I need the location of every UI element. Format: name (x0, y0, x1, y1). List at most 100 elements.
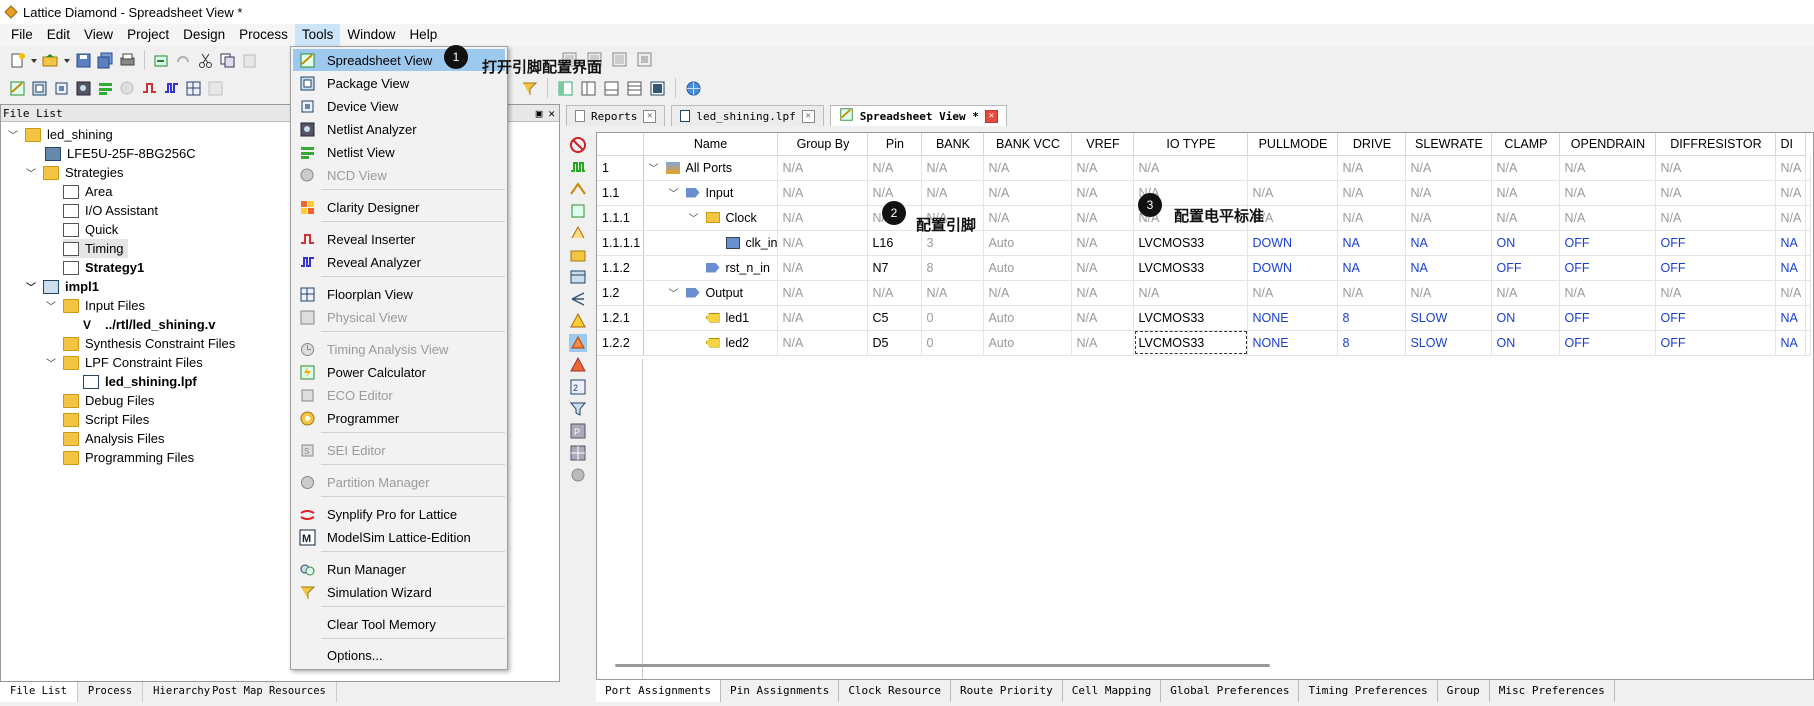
name-cell[interactable]: ﹀ All Ports (643, 155, 779, 181)
dropdown-arrow-icon[interactable] (30, 51, 38, 70)
grid-cell[interactable]: N/A (983, 155, 1073, 181)
filter-icon[interactable] (569, 400, 587, 418)
grid-cell[interactable]: N/A (777, 155, 869, 181)
horizontal-scrollbar[interactable] (615, 664, 1270, 667)
grid-cell[interactable]: N/A (1071, 255, 1135, 281)
grid-cell[interactable]: N/A (1247, 280, 1339, 306)
grid-cell[interactable]: N/A (1559, 205, 1657, 231)
grid-cell[interactable]: OFF (1491, 255, 1561, 281)
menu-item-netlist-view[interactable]: Netlist View (293, 141, 505, 163)
tab-misc-preferences[interactable]: Misc Preferences (1490, 680, 1615, 702)
grid-cell[interactable]: N/A (1775, 155, 1807, 181)
grid-cell[interactable]: N/A (867, 155, 923, 181)
menu-view[interactable]: View (77, 24, 120, 46)
grid-cell[interactable]: NA (1405, 255, 1493, 281)
tab-spreadsheet-view[interactable]: Spreadsheet View * ✕ (829, 105, 1007, 126)
grid-cell[interactable]: N/A (777, 305, 869, 331)
grid-cell[interactable]: N/A (1491, 180, 1561, 206)
grid-cell[interactable]: 8 (1337, 305, 1407, 331)
tree-item[interactable]: Debug Files (63, 391, 154, 410)
cut-icon[interactable] (196, 51, 215, 70)
grid-cell[interactable]: N/A (1337, 155, 1407, 181)
tree-item[interactable]: Strategy1 (63, 258, 144, 277)
tab-lpf[interactable]: led_shining.lpf ✕ (671, 105, 824, 126)
tree-item[interactable]: led_shining.lpf (83, 372, 197, 391)
grid-cell[interactable]: N/A (921, 155, 985, 181)
grid-cell[interactable]: NONE (1247, 305, 1339, 331)
sim-wizard-icon[interactable] (520, 79, 539, 98)
column-header[interactable]: PULLMODE (1247, 133, 1339, 156)
reveal-analyzer-icon[interactable] (162, 79, 181, 98)
table-row[interactable]: 1.2 ﹀ Output N/A N/A N/A N/A N/A N/A N/A N/A N/A N/A… (597, 280, 1812, 306)
grid-cell[interactable]: N/A (1655, 155, 1777, 181)
save-icon[interactable] (74, 51, 93, 70)
expand-arrow-icon[interactable]: ﹀ (668, 285, 680, 300)
tree-item[interactable]: Quick (63, 220, 118, 239)
physical-icon[interactable] (206, 79, 225, 98)
name-cell[interactable]: led1 (643, 305, 779, 331)
error-icon[interactable] (569, 356, 587, 374)
grid-cell[interactable]: N/A (921, 180, 985, 206)
column-header[interactable]: IO TYPE (1133, 133, 1249, 156)
name-cell[interactable]: led2 (643, 330, 779, 356)
reveal-inserter-icon[interactable] (140, 79, 159, 98)
column-header[interactable]: BANK VCC (983, 133, 1073, 156)
netlist-analyzer-icon[interactable] (74, 79, 93, 98)
tree-item[interactable]: ﹀ Strategies (25, 163, 124, 182)
grid-cell[interactable]: NA (1775, 230, 1807, 256)
menu-item-run-manager[interactable]: Run Manager (293, 558, 505, 580)
grid-cell[interactable]: N/A (1559, 155, 1657, 181)
tree-item[interactable]: ﹀ led_shining (7, 125, 113, 144)
menu-edit[interactable]: Edit (40, 24, 77, 46)
grid-cell[interactable]: NA (1775, 255, 1807, 281)
grid-cell[interactable]: SLOW (1405, 330, 1493, 356)
grid-cell[interactable]: LVCMOS33 (1133, 255, 1249, 281)
signal-icon[interactable] (569, 158, 587, 176)
tab-reports[interactable]: Reports ✕ (566, 105, 666, 126)
clock-route-icon[interactable] (569, 180, 587, 198)
menu-item-programmer[interactable]: Programmer (293, 407, 505, 429)
grid-cell[interactable]: N/A (777, 255, 869, 281)
warning-selected-icon[interactable] (569, 334, 587, 352)
grid-cell[interactable]: OFF (1655, 230, 1777, 256)
grid-cell[interactable]: N/A (1559, 180, 1657, 206)
tab-clock-resource[interactable]: Clock Resource (839, 680, 952, 702)
grid-cell[interactable]: N/A (1655, 280, 1777, 306)
grid-cell[interactable]: N/A (983, 280, 1073, 306)
grid-cell[interactable]: LVCMOS33 (1133, 330, 1249, 356)
expand-arrow-icon[interactable]: ﹀ (688, 210, 700, 225)
tree-item[interactable]: I/O Assistant (63, 201, 158, 220)
grid-cell[interactable]: N/A (1247, 180, 1339, 206)
grid-cell[interactable]: N/A (1405, 180, 1493, 206)
grid-cell[interactable]: L16 (867, 230, 923, 256)
tab-post-map-resources[interactable]: Post Map Resources (210, 682, 337, 702)
grid-cell[interactable]: N/A (1775, 280, 1807, 306)
tab-group[interactable]: Group (1438, 680, 1490, 702)
grid-cell[interactable]: N/A (1405, 155, 1493, 181)
grid-cell[interactable]: ON (1491, 230, 1561, 256)
panel-layout-icon[interactable] (602, 79, 621, 98)
menu-file[interactable]: File (4, 24, 40, 46)
layout-icon[interactable] (610, 50, 629, 69)
grid-cell[interactable]: DOWN (1247, 255, 1339, 281)
panel-layout-icon[interactable] (556, 79, 575, 98)
panel-layout-icon[interactable] (648, 79, 667, 98)
column-header[interactable]: Group By (777, 133, 869, 156)
column-header[interactable]: OPENDRAIN (1559, 133, 1657, 156)
warning-icon[interactable] (569, 312, 587, 330)
paste-icon[interactable] (240, 51, 259, 70)
globe-icon[interactable] (684, 79, 703, 98)
grid-cell[interactable]: N/A (983, 205, 1073, 231)
column-header[interactable]: SLEWRATE (1405, 133, 1493, 156)
table-row[interactable]: 1.2.1 led1 N/A C5 0 Auto N/A LVCMOS33 NONE 8 SLOW O… (597, 305, 1812, 331)
menu-tools[interactable]: Tools (294, 24, 341, 46)
close-tab-icon[interactable]: ✕ (643, 109, 657, 123)
find-icon[interactable]: P (569, 422, 587, 440)
grid-cell[interactable]: N/A (777, 180, 869, 206)
grid-cell[interactable]: N/A (777, 330, 869, 356)
tab-process[interactable]: Process (78, 682, 144, 702)
menu-process[interactable]: Process (232, 24, 295, 46)
grid-cell[interactable]: N/A (1775, 180, 1807, 206)
grid-cell[interactable]: 8 (1337, 330, 1407, 356)
group-icon[interactable] (569, 246, 587, 264)
